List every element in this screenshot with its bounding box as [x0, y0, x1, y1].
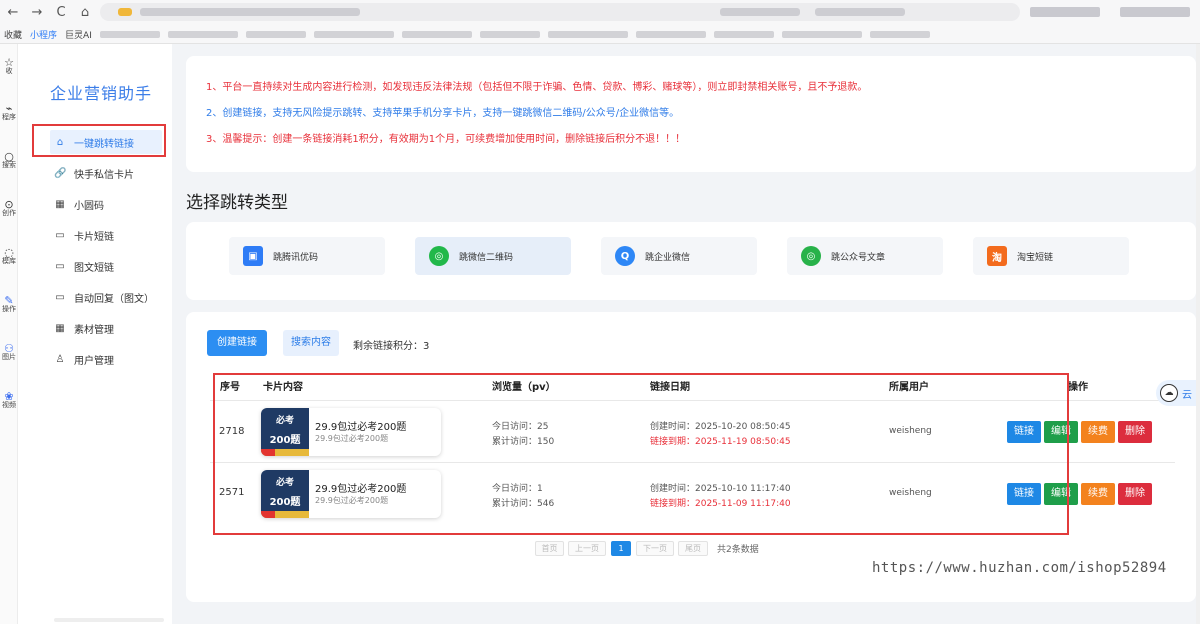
link-icon: 🔗 [54, 167, 67, 179]
browser-side-strip: ☆ 收 ⌁ 程序 ○ 搜索 ⊙ 创作 ◌ 模库 ✎ 操作 ⚇ 图片 ❀ 视频 [0, 44, 18, 624]
strip-item[interactable]: ⌁ 程序 [0, 102, 18, 122]
renew-button[interactable]: 续费 [1081, 421, 1115, 443]
sidebar-item-label: 自动回复（图文） [74, 293, 154, 305]
jump-type-wechat-qr[interactable]: ◎ 跳微信二维码 [415, 237, 571, 275]
sidebar-item-article-shortlink[interactable]: ▭ 图文短链 [50, 254, 162, 278]
pagination-total: 共2条数据 [717, 545, 759, 555]
browser-chrome: ← → C ⌂ AI 收藏 小程序 巨灵AI [0, 0, 1200, 44]
sidebar-item-label: 图文短链 [74, 262, 114, 274]
jump-type-official-article[interactable]: ◎ 跳公众号文章 [787, 237, 943, 275]
strip-image-icon: ⚇ [4, 342, 14, 355]
strip-library-icon: ◌ [4, 246, 14, 259]
sidebar-item-label: 快手私信卡片 [74, 169, 134, 181]
taobao-icon: 淘 [987, 246, 1007, 266]
wecom-icon: Q [615, 246, 635, 266]
notice-line-3: 3、温馨提示：创建一条链接消耗1积分，有效期为1个月，可续费增加使用时间，删除链… [206, 134, 686, 145]
page-scrollbar[interactable] [1196, 44, 1200, 624]
section-title: 选择跳转类型 [186, 193, 288, 213]
bookmarks-bar: 收藏 小程序 巨灵AI [0, 25, 1200, 43]
forward-icon[interactable]: → [30, 5, 44, 20]
sidebar-item-label: 用户管理 [74, 355, 114, 367]
page-last-button[interactable]: 尾页 [678, 541, 708, 556]
jump-type-label: 淘宝短链 [1017, 252, 1054, 263]
strip-star-icon: ☆ [4, 56, 14, 69]
strip-video-icon: ❀ [4, 390, 14, 403]
strip-item[interactable]: ◌ 模库 [0, 246, 18, 266]
page-first-button[interactable]: 首页 [535, 541, 564, 556]
create-link-button[interactable]: 创建链接 [207, 330, 267, 356]
strip-search-icon: ○ [4, 150, 14, 163]
page-next-button[interactable]: 下一页 [636, 541, 674, 556]
sidebar-footer-bar [54, 618, 164, 622]
reload-icon[interactable]: C [54, 5, 68, 20]
strip-item[interactable]: ⚇ 图片 [0, 342, 18, 362]
wechat-icon: ◎ [429, 246, 449, 266]
bookmark-item[interactable]: 小程序 [30, 28, 57, 41]
strip-item[interactable]: ✎ 操作 [0, 294, 18, 314]
sidebar-item-users[interactable]: ♙ 用户管理 [50, 347, 162, 371]
sidebar-item-label: 小圆码 [74, 200, 104, 212]
search-content-button[interactable]: 搜索内容 [283, 330, 339, 356]
sidebar-item-card-shortlink[interactable]: ▭ 卡片短链 [50, 223, 162, 247]
home-icon[interactable]: ⌂ [78, 5, 92, 20]
strip-item[interactable]: ❀ 视频 [0, 390, 18, 410]
card-icon: ▭ [55, 291, 65, 303]
col-header-ops: 操作 [1068, 382, 1088, 393]
page-current-button[interactable]: 1 [611, 541, 631, 556]
cloud-icon: ☁ [1160, 384, 1178, 402]
bookmark-item[interactable]: 巨灵AI [65, 28, 92, 41]
strip-pen-icon: ✎ [4, 294, 14, 307]
sidebar-item-auto-reply[interactable]: ▭ 自动回复（图文） [50, 285, 162, 309]
credits-value: 3 [423, 341, 430, 352]
card-icon: ▭ [55, 229, 65, 241]
highlight-box-table [213, 373, 1069, 535]
jump-type-label: 跳公众号文章 [831, 252, 886, 263]
page-prev-button[interactable]: 上一页 [568, 541, 606, 556]
delete-button[interactable]: 删除 [1118, 483, 1152, 505]
sidebar-item-materials[interactable]: ▦ 素材管理 [50, 316, 162, 340]
sidebar-item-label: 卡片短链 [74, 231, 114, 243]
jump-type-taobao[interactable]: 淘 淘宝短链 [973, 237, 1129, 275]
delete-button[interactable]: 删除 [1118, 421, 1152, 443]
cloud-widget-label: 云 [1182, 389, 1192, 401]
sidebar-item-kuaishou-card[interactable]: 🔗 快手私信卡片 [50, 161, 162, 185]
qrcode-icon: ▦ [55, 198, 65, 210]
address-bar[interactable] [100, 3, 1020, 21]
cloud-widget[interactable]: ☁ 云 [1156, 380, 1200, 406]
sidebar-item-mini-code[interactable]: ▦ 小圆码 [50, 192, 162, 216]
strip-item[interactable]: ☆ 收 [0, 56, 18, 76]
notice-card: 1、平台一直持续对生成内容进行检测，如发现违反法律法规（包括但不限于诈骗、色情、… [186, 56, 1196, 172]
renew-button[interactable]: 续费 [1081, 483, 1115, 505]
jump-type-label: 跳腾讯优码 [273, 252, 319, 263]
highlight-box-menu [32, 124, 166, 157]
strip-create-icon: ⊙ [4, 198, 14, 211]
bookmark-item[interactable]: 收藏 [4, 28, 22, 41]
strip-item[interactable]: ○ 搜索 [0, 150, 18, 170]
sidebar-item-label: 素材管理 [74, 324, 114, 336]
notice-line-2: 2、创建链接，支持无风险提示跳转、支持苹果手机分享卡片，支持一键跳微信二维码/公… [206, 108, 680, 119]
strip-miniprogram-icon: ⌁ [5, 102, 13, 115]
card-icon: ▭ [55, 260, 65, 272]
jump-type-label: 跳微信二维码 [459, 252, 514, 263]
strip-item[interactable]: ⊙ 创作 [0, 198, 18, 218]
official-account-icon: ◎ [801, 246, 821, 266]
jump-type-wecom[interactable]: Q 跳企业微信 [601, 237, 757, 275]
notice-line-1: 1、平台一直持续对生成内容进行检测，如发现违反法律法规（包括但不限于诈骗、色情、… [206, 82, 868, 93]
brand-title: 企业营销助手 [50, 84, 153, 103]
user-icon: ♙ [55, 353, 65, 365]
jump-type-label: 跳企业微信 [645, 252, 691, 263]
watermark: https://www.huzhan.com/ishop52894 [872, 560, 1167, 576]
jump-type-tencent[interactable]: ▣ 跳腾讯优码 [229, 237, 385, 275]
qrcode-icon: ▦ [55, 322, 65, 334]
back-icon[interactable]: ← [6, 5, 20, 20]
remaining-credits: 剩余链接积分：3 [353, 341, 430, 352]
tencent-code-icon: ▣ [243, 246, 263, 266]
